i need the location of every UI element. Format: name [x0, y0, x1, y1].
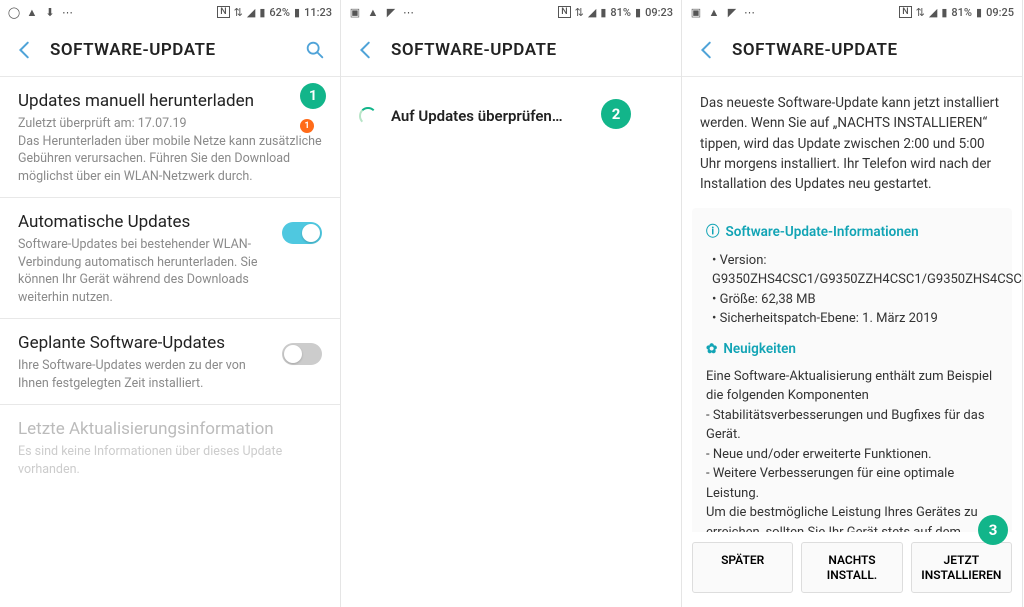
nfc-icon: N [217, 6, 229, 18]
auto-updates-toggle[interactable] [282, 222, 322, 244]
info-size: Größe: 62,38 MB [712, 290, 998, 310]
scheduled-sub: Ihre Software-Updates werden zu der von … [18, 357, 272, 392]
clock: 09:25 [986, 6, 1014, 19]
last-update-section: Letzte Aktualisierungsinformation Es sin… [0, 405, 340, 490]
more-icon: ⋯ [62, 6, 73, 19]
download-icon: ⬇ [44, 6, 56, 18]
last-title: Letzte Aktualisierungsinformation [18, 419, 322, 439]
signal-icon: ▮ [600, 6, 606, 19]
checking-updates-row: Auf Updates überprüfen… 2 [341, 77, 681, 155]
back-button[interactable] [14, 39, 36, 61]
manual-sub1: Zuletzt überprüft am: 17.07.19 [18, 115, 322, 133]
status-bar: ◯ ▲ ⬇ ⋯ N ⇅ ◢ ▮ 62% ▮ 11:23 [0, 0, 340, 24]
wifi-icon: ⇅ [234, 6, 243, 19]
manual-sub2: Das Herunterladen über mobile Netze kann… [18, 133, 322, 186]
wifi-signal-icon: ◢ [588, 6, 596, 19]
step-badge-2: 2 [601, 99, 631, 129]
scheduled-updates-toggle[interactable] [282, 343, 322, 365]
warning-icon: ▲ [367, 6, 379, 18]
image-icon: ▣ [349, 6, 361, 18]
last-sub: Es sind keine Informationen über dieses … [18, 443, 322, 478]
install-now-button[interactable]: JETZT INSTALLIEREN [911, 542, 1012, 593]
battery-pct: 81% [951, 6, 972, 19]
signal-icon: ▮ [259, 6, 265, 19]
wifi-icon: ⇅ [916, 6, 925, 19]
info-patch: Sicherheitspatch-Ebene: 1. März 2019 [712, 309, 998, 329]
scheduled-title: Geplante Software-Updates [18, 333, 272, 353]
more-icon: ⋯ [744, 6, 755, 19]
page-title: SOFTWARE-UPDATE [732, 40, 1008, 60]
night-install-button[interactable]: NACHTS INSTALL. [801, 542, 902, 593]
page-title: SOFTWARE-UPDATE [391, 40, 667, 60]
wifi-signal-icon: ◢ [929, 6, 937, 19]
notification-badge: 1 [300, 119, 314, 133]
news-body: Eine Software-Aktualisierung enthält zum… [706, 367, 998, 532]
action-bar: SPÄTER NACHTS INSTALL. JETZT INSTALLIERE… [682, 532, 1022, 607]
status-bar: ▣ ▲ ◤ ⋯ N ⇅ ◢ ▮ 81% ▮ 09:23 [341, 0, 681, 24]
header: SOFTWARE-UPDATE [682, 24, 1022, 76]
battery-icon: ▮ [294, 6, 300, 19]
manual-title: Updates manuell herunterladen [18, 91, 322, 111]
info-icon: ⓘ [706, 222, 720, 242]
search-button[interactable] [304, 39, 326, 61]
auto-sub: Software-Updates bei bestehender WLAN-Ve… [18, 236, 272, 306]
update-info-card: ⓘSoftware-Update-Informationen Version: … [692, 208, 1012, 532]
image-icon: ▣ [690, 6, 702, 18]
battery-pct: 81% [610, 6, 631, 19]
info-version: Version: G9350ZHS4CSC1/G9350ZZH4CSC1/G93… [712, 251, 998, 290]
step-badge-1: 1 [300, 83, 326, 109]
manual-download-section[interactable]: 1 Updates manuell herunterladen Zuletzt … [0, 77, 340, 197]
warning-icon: ▲ [708, 6, 720, 18]
news-icon: ✿ [706, 339, 717, 359]
wifi-icon: ⇅ [575, 6, 584, 19]
nfc-icon: N [558, 6, 570, 18]
triangle-icon: ◤ [385, 6, 397, 18]
phone-icon: ◯ [8, 6, 20, 18]
panel-2: ▣ ▲ ◤ ⋯ N ⇅ ◢ ▮ 81% ▮ 09:23 SOFTWARE-UPD… [341, 0, 682, 607]
triangle-icon: ◤ [726, 6, 738, 18]
news-heading: ✿Neuigkeiten [706, 339, 998, 359]
signal-icon: ▮ [941, 6, 947, 19]
battery-icon: ▮ [976, 6, 982, 19]
step-badge-3: 3 [978, 515, 1008, 545]
more-icon: ⋯ [403, 6, 414, 19]
back-button[interactable] [696, 39, 718, 61]
intro-text: Das neueste Software-Update kann jetzt i… [682, 77, 1022, 208]
page-title: SOFTWARE-UPDATE [50, 40, 290, 60]
later-button[interactable]: SPÄTER [692, 542, 793, 593]
info-heading: ⓘSoftware-Update-Informationen [706, 222, 998, 242]
checking-label: Auf Updates überprüfen… [391, 107, 563, 125]
clock: 11:23 [304, 6, 332, 19]
scheduled-updates-section[interactable]: Geplante Software-Updates Ihre Software-… [0, 319, 340, 404]
wifi-signal-icon: ◢ [247, 6, 255, 19]
info-bullets: Version: G9350ZHS4CSC1/G9350ZZH4CSC1/G93… [712, 251, 998, 329]
battery-pct: 62% [269, 6, 290, 19]
battery-icon: ▮ [635, 6, 641, 19]
panel-3: ▣ ▲ ◤ ⋯ N ⇅ ◢ ▮ 81% ▮ 09:25 SOFTWARE-UPD… [682, 0, 1023, 607]
header: SOFTWARE-UPDATE [341, 24, 681, 76]
header: SOFTWARE-UPDATE [0, 24, 340, 76]
panel-1: ◯ ▲ ⬇ ⋯ N ⇅ ◢ ▮ 62% ▮ 11:23 SOFTWARE-UPD… [0, 0, 341, 607]
spinner-icon [359, 107, 377, 125]
back-button[interactable] [355, 39, 377, 61]
auto-updates-section[interactable]: Automatische Updates Software-Updates be… [0, 198, 340, 318]
auto-title: Automatische Updates [18, 212, 272, 232]
status-bar: ▣ ▲ ◤ ⋯ N ⇅ ◢ ▮ 81% ▮ 09:25 [682, 0, 1022, 24]
location-icon: ▲ [26, 6, 38, 18]
nfc-icon: N [899, 6, 911, 18]
clock: 09:23 [645, 6, 673, 19]
